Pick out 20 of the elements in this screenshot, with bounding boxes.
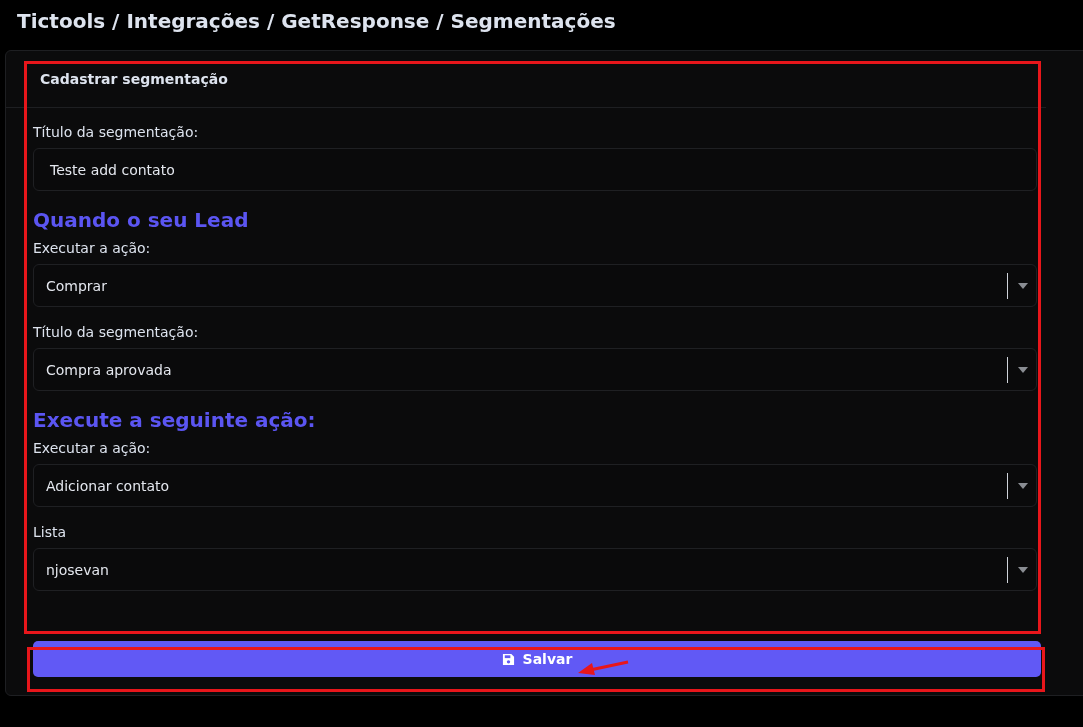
arrow-icon bbox=[576, 658, 630, 678]
field-label: Executar a ação: bbox=[33, 240, 152, 256]
save-icon bbox=[501, 652, 515, 666]
caret-icon bbox=[1018, 566, 1028, 573]
page-title: Tictools / Integrações / GetResponse / Segmentações bbox=[16, 8, 617, 35]
select-field[interactable]: Comprar bbox=[33, 264, 1037, 307]
field-label: Executar a ação: bbox=[33, 440, 152, 456]
text-input[interactable]: Teste add contato bbox=[33, 148, 1037, 191]
section-heading: Quando o seu Lead bbox=[33, 208, 249, 232]
card-title: Cadastrar segmentação bbox=[40, 71, 228, 87]
caret-icon bbox=[1018, 366, 1028, 373]
caret-icon bbox=[1018, 482, 1028, 489]
field-label: Título da segmentação: bbox=[33, 124, 200, 140]
section-heading: Execute a seguinte ação: bbox=[33, 408, 316, 432]
field-label: Lista bbox=[33, 524, 68, 540]
caret-icon bbox=[1018, 282, 1028, 289]
select-field[interactable]: Compra aprovada bbox=[33, 348, 1037, 391]
field-label: Título da segmentação: bbox=[33, 324, 200, 340]
select-field[interactable]: njosevan bbox=[33, 548, 1037, 591]
select-field[interactable]: Adicionar contato bbox=[33, 464, 1037, 507]
